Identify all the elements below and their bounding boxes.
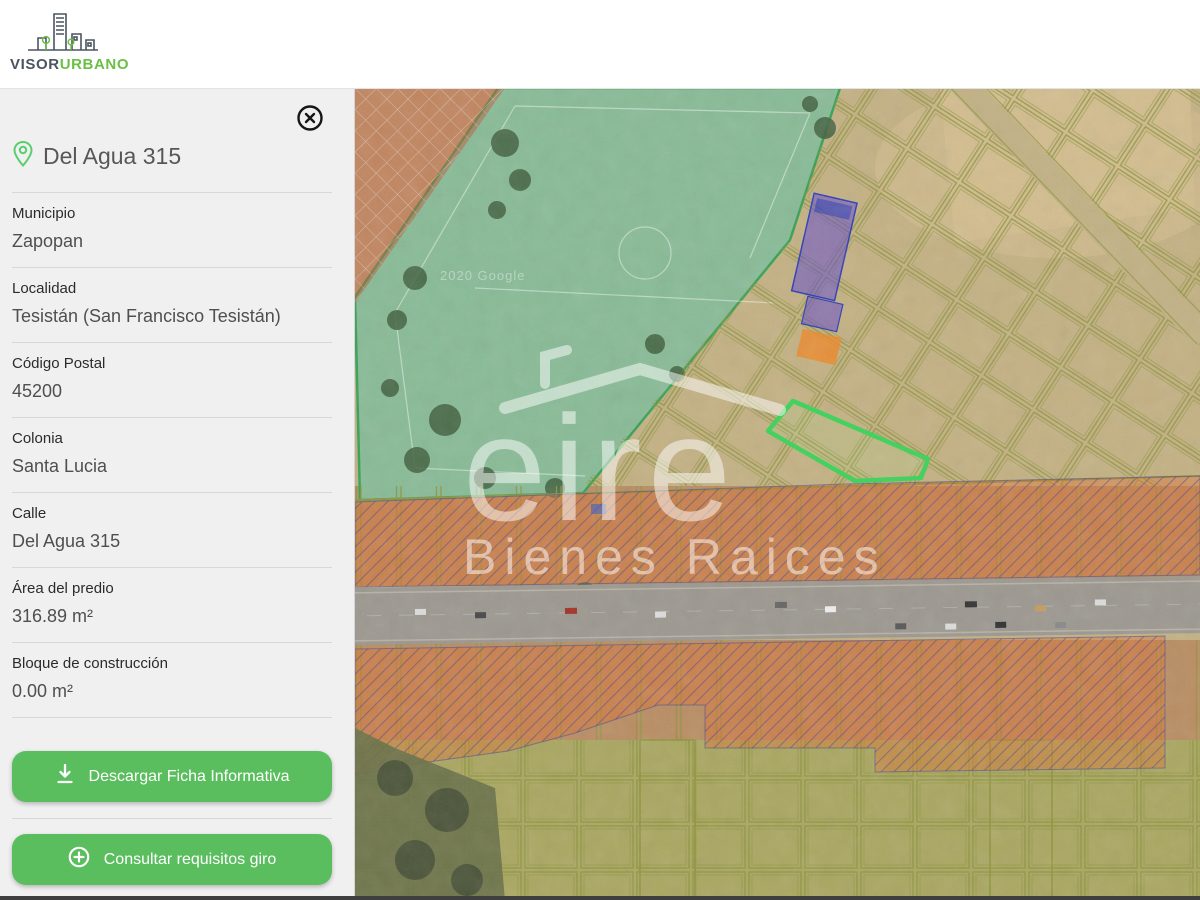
field-area-predio: Área del predio 316.89 m² (12, 568, 332, 643)
consultar-requisitos-button[interactable]: Consultar requisitos giro (12, 834, 332, 885)
download-icon (55, 763, 75, 790)
bottom-edge-bar (0, 896, 1200, 900)
city-skyline-icon (10, 8, 100, 54)
field-calle: Calle Del Agua 315 (12, 493, 332, 568)
field-label: Bloque de construcción (12, 654, 332, 673)
visor-urbano-logo[interactable]: VISORURBANO (10, 8, 129, 73)
field-value: 45200 (12, 380, 332, 403)
plus-circle-icon (68, 846, 90, 873)
download-ficha-label: Descargar Ficha Informativa (89, 768, 290, 786)
field-value: Santa Lucia (12, 455, 332, 478)
field-codigo-postal: Código Postal 45200 (12, 343, 332, 418)
field-value: Zapopan (12, 230, 332, 253)
close-button[interactable] (296, 104, 324, 132)
property-info-panel: Del Agua 315 Municipio Zapopan Localidad… (0, 88, 355, 900)
top-header-bar: VISORURBANO (0, 0, 1200, 89)
field-label: Código Postal (12, 354, 332, 373)
field-value: Tesistán (San Francisco Tesistán) (12, 305, 332, 328)
field-municipio: Municipio Zapopan (12, 193, 332, 268)
field-value: 316.89 m² (12, 605, 332, 628)
download-button-row: Descargar Ficha Informativa (12, 718, 332, 819)
consultar-requisitos-label: Consultar requisitos giro (104, 851, 277, 869)
requisitos-button-row: Consultar requisitos giro (12, 819, 332, 885)
field-colonia: Colonia Santa Lucia (12, 418, 332, 493)
field-label: Área del predio (12, 579, 332, 598)
field-localidad: Localidad Tesistán (San Francisco Tesist… (12, 268, 332, 343)
location-pin-icon (12, 140, 34, 173)
download-ficha-button[interactable]: Descargar Ficha Informativa (12, 751, 332, 802)
watermark-brand: eire (463, 384, 737, 552)
field-value: Del Agua 315 (12, 530, 332, 553)
page-title: Del Agua 315 (43, 143, 181, 170)
logo-wordmark: VISORURBANO (10, 56, 129, 73)
watermark-subtitle: Bienes Raices (463, 529, 887, 585)
field-label: Localidad (12, 279, 332, 298)
field-label: Colonia (12, 429, 332, 448)
panel-header: Del Agua 315 (12, 88, 332, 193)
map-attribution: 2020 Google (440, 268, 525, 283)
field-label: Calle (12, 504, 332, 523)
field-bloque-construccion: Bloque de construcción 0.00 m² (12, 643, 332, 718)
satellite-map[interactable]: eire Bienes Raices 2020 Google (355, 88, 1200, 900)
field-value: 0.00 m² (12, 680, 332, 703)
close-icon (296, 120, 324, 135)
field-label: Municipio (12, 204, 332, 223)
